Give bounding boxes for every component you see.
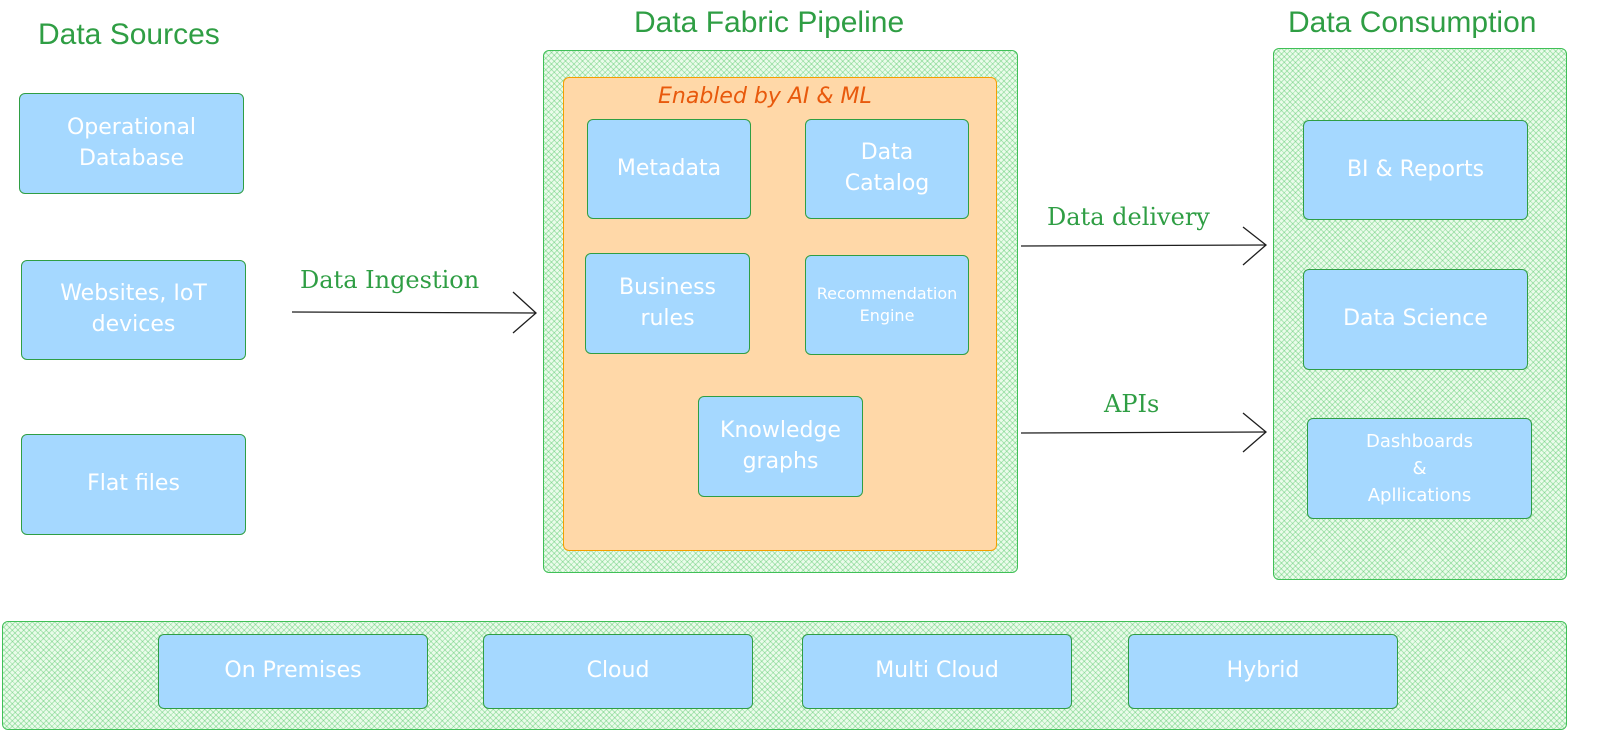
deployment-cloud[interactable]: Cloud bbox=[483, 634, 753, 709]
deployment-on-premises[interactable]: On Premises bbox=[158, 634, 428, 709]
ingestion-arrow bbox=[291, 291, 537, 334]
deployment-multi-cloud[interactable]: Multi Cloud bbox=[802, 634, 1072, 709]
apis-arrow bbox=[1020, 412, 1268, 453]
data-delivery-label: Data delivery bbox=[1047, 203, 1210, 231]
apis-label: APIs bbox=[1104, 390, 1160, 418]
delivery-arrow bbox=[1020, 226, 1268, 266]
deployment-hybrid[interactable]: Hybrid bbox=[1128, 634, 1398, 709]
data-ingestion-label: Data Ingestion bbox=[300, 266, 480, 294]
